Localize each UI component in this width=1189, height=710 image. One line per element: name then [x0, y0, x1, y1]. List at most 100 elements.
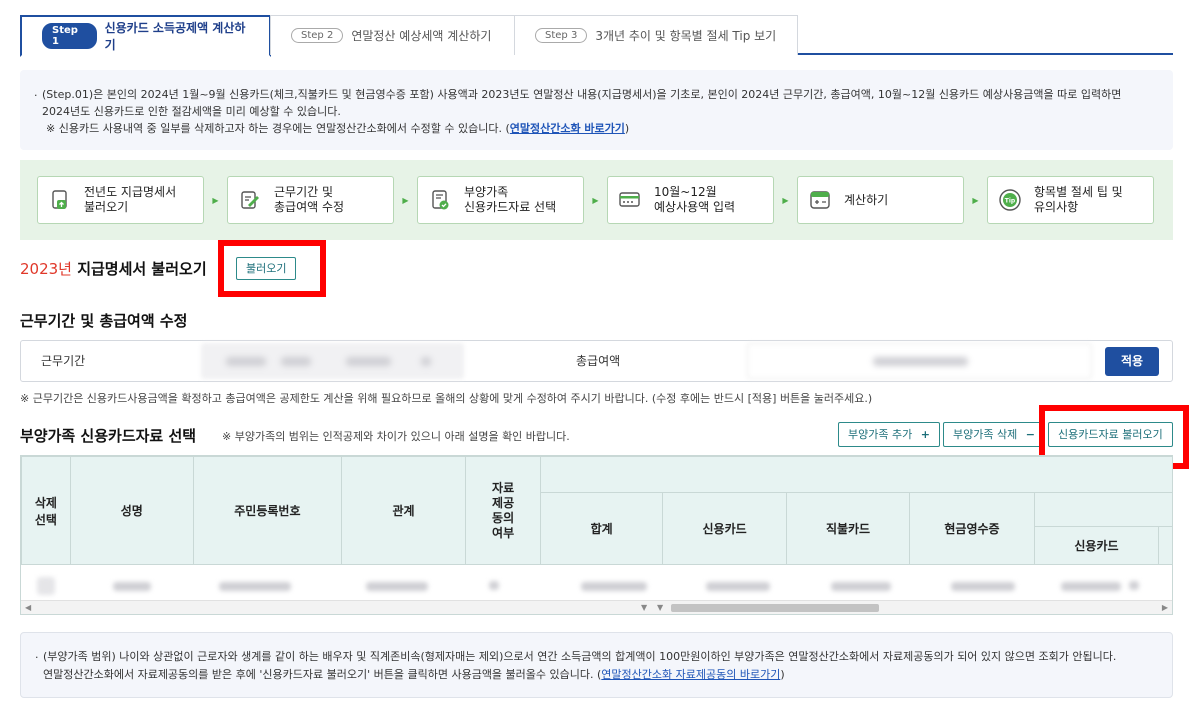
col-sub-next [1157, 526, 1172, 565]
check-document-icon [432, 190, 449, 210]
svg-text:Tip: Tip [1005, 198, 1016, 205]
dependents-note: ※ 부양가족의 범위는 인적공제와 차이가 있으니 아래 설명을 확인 바랍니다… [222, 430, 570, 443]
col-group-credit: 신용 [540, 456, 1172, 493]
consent-link[interactable]: 연말정산간소화 자료제공동의 바로가기 [601, 668, 780, 681]
tip-icon: Tip [999, 189, 1021, 211]
scroll-right-icon[interactable]: ▶ [1162, 601, 1168, 614]
add-dependent-button[interactable]: 부양가족 추가 + [838, 422, 940, 447]
bottom-info-line1: (부양가족 범위) 나이와 상관없이 근로자와 생계를 같이 하는 배우자 및 … [43, 650, 1117, 663]
work-period-row: 근무기간 총급여액 적용 [20, 340, 1173, 382]
process-step-edit-salary: 근무기간 및 총급여액 수정 [227, 176, 394, 224]
arrow-right-icon: ▶ [212, 195, 219, 205]
col-resident-no: 주민등록번호 [192, 456, 343, 565]
minus-icon: − [1025, 428, 1035, 441]
bottom-info-end: ) [780, 668, 785, 681]
salary-input[interactable] [747, 343, 1092, 379]
scroll-left-icon[interactable]: ◀ [25, 601, 31, 614]
highlight-box [218, 240, 326, 297]
masked-value [873, 357, 968, 366]
process-step-dependents: 부양가족 신용카드자료 선택 [417, 176, 584, 224]
process-label-1: 근무기간 및 [274, 185, 334, 199]
masked-value [346, 357, 391, 366]
masked-value [281, 357, 311, 366]
masked-value [489, 581, 499, 590]
process-label-1: 전년도 지급명세서 [84, 185, 177, 199]
tab-step2[interactable]: Step 2 연말정산 예상세액 계산하기 [270, 15, 515, 55]
arrow-right-icon: ▶ [782, 195, 789, 205]
row-checkbox[interactable] [37, 577, 55, 595]
process-label-2: 유의사항 [1034, 200, 1079, 214]
masked-value [219, 582, 291, 591]
statement-title-text: 지급명세서 불러오기 [71, 260, 207, 278]
masked-value [113, 582, 151, 591]
delete-dependent-button[interactable]: 부양가족 삭제 − [943, 422, 1045, 447]
col-text: 자료 [492, 480, 515, 495]
document-upload-icon [52, 190, 67, 209]
col-cash-receipt: 현금영수증 [909, 492, 1035, 565]
col-debit-card: 직불카드 [786, 492, 910, 565]
add-dependent-label: 부양가족 추가 [848, 428, 913, 441]
process-label-1: 10월~12월 [654, 185, 717, 199]
work-period-input[interactable] [201, 343, 464, 379]
arrow-right-icon: ▶ [592, 195, 599, 205]
process-step-load-statement: 전년도 지급명세서 불러오기 [37, 176, 204, 224]
tab-step3[interactable]: Step 3 3개년 추이 및 항목별 절세 Tip 보기 [514, 15, 798, 55]
scroll-down-icon[interactable]: ▼ [641, 601, 647, 614]
info-line1: (Step.01)은 본인의 2024년 1월~9월 신용카드(체크,직불카드 … [42, 88, 1122, 101]
arrow-right-icon: ▶ [402, 195, 409, 205]
process-step-calculate: 계산하기 [797, 176, 964, 224]
masked-value [831, 582, 891, 591]
info-line3-text: ※ 신용카드 사용내역 중 일부를 삭제하고자 하는 경우에는 연말정산간소화에… [46, 122, 510, 135]
col-sub-group: - [1033, 492, 1172, 527]
masked-value [226, 357, 266, 366]
work-period-label: 근무기간 [41, 354, 86, 368]
process-flow: 전년도 지급명세서 불러오기 ▶ 근무기간 및 총급여액 수정 ▶ 부양가족 신… [20, 160, 1173, 240]
masked-value [951, 582, 1015, 591]
info-box: · (Step.01)은 본인의 2024년 1월~9월 신용카드(체크,직불카… [20, 70, 1173, 150]
plus-icon: + [920, 428, 930, 441]
process-label-2: 신용카드자료 선택 [464, 200, 557, 214]
col-relation: 관계 [341, 456, 466, 565]
tab-label: 3개년 추이 및 항목별 절세 Tip 보기 [595, 29, 777, 43]
process-step-tips: Tip 항목별 절세 팁 및 유의사항 [987, 176, 1154, 224]
card-input-icon [619, 192, 640, 207]
col-text: 삭제 [34, 495, 57, 510]
step-tabs: Step 1 신용카드 소득공제액 계산하기 Step 2 연말정산 예상세액 … [20, 15, 1173, 57]
table-header: 삭제선택 성명 주민등록번호 관계 자료제공동의여부 신용 합계 신용카드 직불… [21, 456, 1172, 565]
masked-value [1129, 581, 1139, 590]
col-text: 제공 [492, 495, 515, 510]
process-label-2: 예상사용액 입력 [654, 200, 736, 214]
masked-value [366, 582, 428, 591]
simplified-link[interactable]: 연말정산간소화 바로가기 [510, 122, 625, 135]
apply-button[interactable]: 적용 [1105, 347, 1159, 376]
col-text: 선택 [34, 512, 57, 527]
col-name: 성명 [69, 456, 194, 565]
bottom-info-text: 연말정산간소화에서 자료제공동의를 받은 후에 '신용카드자료 불러오기' 버튼… [43, 668, 602, 681]
horizontal-scrollbar[interactable]: ◀ ▼ ▼ ▶ [21, 600, 1172, 614]
step-pill: Step 2 [291, 28, 344, 43]
delete-dependent-label: 부양가족 삭제 [953, 428, 1018, 441]
info-line3-end: ) [624, 122, 630, 135]
arrow-right-icon: ▶ [972, 195, 979, 205]
scroll-thumb[interactable] [671, 604, 879, 612]
col-credit-card: 신용카드 [662, 492, 788, 565]
statement-title: 2023년 지급명세서 불러오기 [20, 258, 207, 279]
process-label-1: 계산하기 [844, 192, 889, 207]
col-total: 합계 [540, 492, 664, 565]
tab-label: 연말정산 예상세액 계산하기 [351, 29, 492, 43]
step-pill: Step 3 [535, 28, 588, 43]
process-label-2: 불러오기 [84, 200, 129, 214]
masked-value [706, 582, 770, 591]
process-label-2: 총급여액 수정 [274, 200, 345, 214]
scroll-down-icon[interactable]: ▼ [657, 601, 663, 614]
tab-label: 신용카드 소득공제액 계산하기 [104, 21, 246, 52]
table-row[interactable] [21, 571, 1172, 601]
process-label-1: 부양가족 [464, 185, 509, 199]
col-consent: 자료 제공 동의 여부 [464, 456, 542, 565]
masked-value [421, 357, 431, 366]
edit-document-icon [241, 191, 259, 209]
process-step-expected-usage: 10월~12월 예상사용액 입력 [607, 176, 774, 224]
tab-step1[interactable]: Step 1 신용카드 소득공제액 계산하기 [20, 15, 271, 57]
dependents-table: 삭제선택 성명 주민등록번호 관계 자료제공동의여부 신용 합계 신용카드 직불… [20, 455, 1173, 615]
col-sub-credit-card: 신용카드 [1033, 526, 1159, 565]
